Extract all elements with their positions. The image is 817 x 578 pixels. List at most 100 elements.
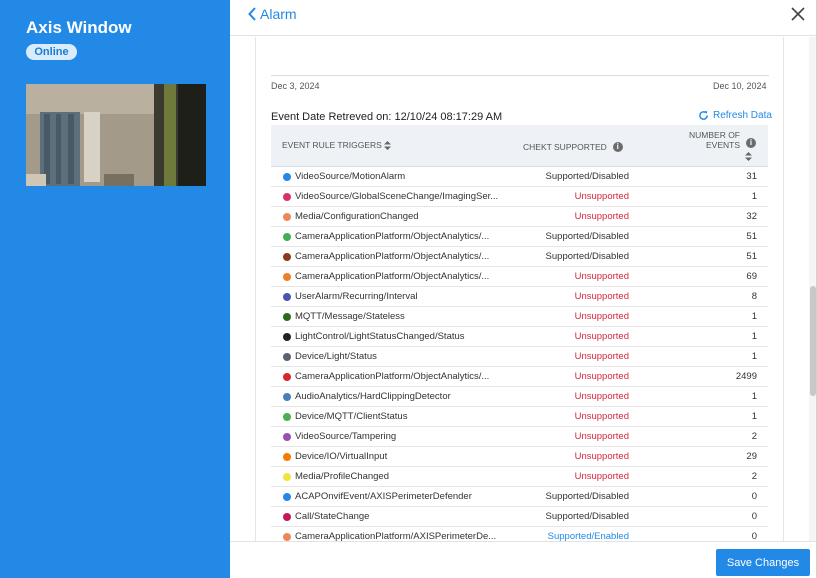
save-changes-button[interactable]: Save Changes (716, 549, 810, 576)
trigger-name: CameraApplicationPlatform/ObjectAnalytic… (295, 251, 490, 262)
table-row[interactable]: CameraApplicationPlatform/ObjectAnalytic… (271, 227, 768, 247)
table-row[interactable]: CameraApplicationPlatform/ObjectAnalytic… (271, 247, 768, 267)
panel-footer: Save Changes (230, 541, 817, 578)
trigger-name: CameraApplicationPlatform/AXISPerimeterD… (295, 531, 497, 541)
table-row[interactable]: CameraApplicationPlatform/ObjectAnalytic… (271, 367, 768, 387)
event-count: 2 (751, 471, 757, 482)
table-row[interactable]: ACAPOnvifEvent/AXISPerimeterDefender Supp… (271, 487, 768, 507)
trigger-name: Device/IO/VirtualInput (295, 451, 388, 462)
support-status[interactable]: Supported/Disabled (546, 491, 629, 502)
series-color-dot (283, 533, 291, 541)
support-status[interactable]: Supported/Disabled (546, 251, 629, 262)
table-row[interactable]: Call/StateChange Supported/Disabled 0 (271, 507, 768, 527)
series-color-dot (283, 453, 291, 461)
scroll-content[interactable]: Dec 3, 2024 Dec 10, 2024 Event Date Retr… (230, 37, 817, 541)
event-count: 1 (751, 311, 757, 322)
table-row[interactable]: CameraApplicationPlatform/ObjectAnalytic… (271, 267, 768, 287)
back-label: Alarm (260, 6, 297, 22)
series-color-dot (283, 493, 291, 501)
table-row[interactable]: VideoSource/Tampering Unsupported 2 (271, 427, 768, 447)
back-button[interactable]: Alarm (248, 6, 297, 22)
series-color-dot (283, 393, 291, 401)
series-color-dot (283, 233, 291, 241)
trigger-name: Device/Light/Status (295, 351, 377, 362)
sort-icon (745, 152, 752, 161)
series-color-dot (283, 253, 291, 261)
trigger-name: Device/MQTT/ClientStatus (295, 411, 408, 422)
table-row[interactable]: Media/ConfigurationChanged Unsupported 32 (271, 207, 768, 227)
support-status[interactable]: Supported/Disabled (546, 511, 629, 522)
event-count: 2499 (735, 371, 757, 382)
support-status: Unsupported (574, 291, 629, 302)
support-status: Unsupported (574, 431, 629, 442)
table-row[interactable]: VideoSource/GlobalSceneChange/ImagingSer… (271, 187, 768, 207)
series-color-dot (283, 513, 291, 521)
close-icon (791, 7, 805, 21)
retrieved-timestamp: Event Date Retreved on: 12/10/24 08:17:2… (271, 111, 503, 123)
support-status: Unsupported (574, 311, 629, 322)
table-row[interactable]: MQTT/Message/Stateless Unsupported 1 (271, 307, 768, 327)
event-count: 32 (746, 211, 757, 222)
event-count: 29 (746, 451, 757, 462)
series-color-dot (283, 173, 291, 181)
event-count: 2 (751, 431, 757, 442)
event-count: 69 (746, 271, 757, 282)
trigger-name: CameraApplicationPlatform/ObjectAnalytic… (295, 231, 490, 242)
table-row[interactable]: Device/Light/Status Unsupported 1 (271, 347, 768, 367)
col-chekt-label: CHEKT SUPPORTED (523, 142, 607, 152)
series-color-dot (283, 413, 291, 421)
support-status: Unsupported (574, 371, 629, 382)
event-count: 1 (751, 391, 757, 402)
device-title: Axis Window (26, 18, 132, 37)
trigger-name: VideoSource/GlobalSceneChange/ImagingSer… (295, 191, 499, 202)
content-border-right (783, 37, 784, 541)
trigger-name: Media/ProfileChanged (295, 471, 390, 482)
trigger-name: LightControl/LightStatusChanged/Status (295, 331, 465, 342)
table-row[interactable]: Device/MQTT/ClientStatus Unsupported 1 (271, 407, 768, 427)
sort-icon (383, 140, 391, 150)
support-status: Unsupported (574, 211, 629, 222)
table-row[interactable]: Media/ProfileChanged Unsupported 2 (271, 467, 768, 487)
trigger-name: VideoSource/Tampering (295, 431, 397, 442)
close-button[interactable] (791, 7, 805, 26)
support-status: Unsupported (574, 271, 629, 282)
event-count: 1 (751, 351, 757, 362)
table-row[interactable]: LightControl/LightStatusChanged/Status Un… (271, 327, 768, 347)
table-row[interactable]: VideoSource/MotionAlarm Supported/Disable… (271, 167, 768, 187)
support-status: Unsupported (574, 191, 629, 202)
support-status: Unsupported (574, 471, 629, 482)
support-status[interactable]: Supported/Disabled (546, 231, 629, 242)
table-row[interactable]: Device/IO/VirtualInput Unsupported 29 (271, 447, 768, 467)
table-row[interactable]: UserAlarm/Recurring/Interval Unsupported 8 (271, 287, 768, 307)
info-icon[interactable]: i (612, 142, 623, 152)
range-start-date: Dec 3, 2024 (271, 81, 320, 91)
event-count: 0 (751, 531, 757, 541)
trigger-name: Call/StateChange (295, 511, 370, 522)
table-row[interactable]: CameraApplicationPlatform/AXISPerimeterD… (271, 527, 768, 541)
series-color-dot (283, 273, 291, 281)
support-status[interactable]: Supported/Disabled (546, 171, 629, 182)
event-count: 1 (751, 411, 757, 422)
col-trigger-header[interactable]: EVENT RULE TRIGGERS (282, 140, 391, 150)
event-count: 1 (751, 191, 757, 202)
status-badge: Online (26, 44, 77, 60)
col-count-label-line1: NUMBER OF (689, 130, 740, 140)
refresh-icon (699, 110, 708, 120)
series-color-dot (283, 313, 291, 321)
timeline-axis (271, 75, 769, 76)
info-icon[interactable]: i (746, 138, 756, 148)
refresh-data-button[interactable]: Refresh Data (698, 110, 772, 121)
series-color-dot (283, 353, 291, 361)
alarm-panel: Alarm Dec 3, 2024 Dec 10, 2024 Event Dat… (230, 0, 817, 578)
trigger-name: CameraApplicationPlatform/ObjectAnalytic… (295, 271, 490, 282)
series-color-dot (283, 433, 291, 441)
event-count: 8 (751, 291, 757, 302)
event-table: EVENT RULE TRIGGERS CHEKT SUPPORTED i NU… (271, 125, 768, 541)
support-status[interactable]: Supported/Enabled (548, 531, 629, 541)
col-chekt-header: CHEKT SUPPORTED i (523, 142, 623, 152)
refresh-label: Refresh Data (713, 110, 772, 121)
table-header: EVENT RULE TRIGGERS CHEKT SUPPORTED i NU… (271, 125, 768, 167)
table-row[interactable]: AudioAnalytics/HardClippingDetector Unsup… (271, 387, 768, 407)
event-count: 0 (751, 511, 757, 522)
series-color-dot (283, 473, 291, 481)
